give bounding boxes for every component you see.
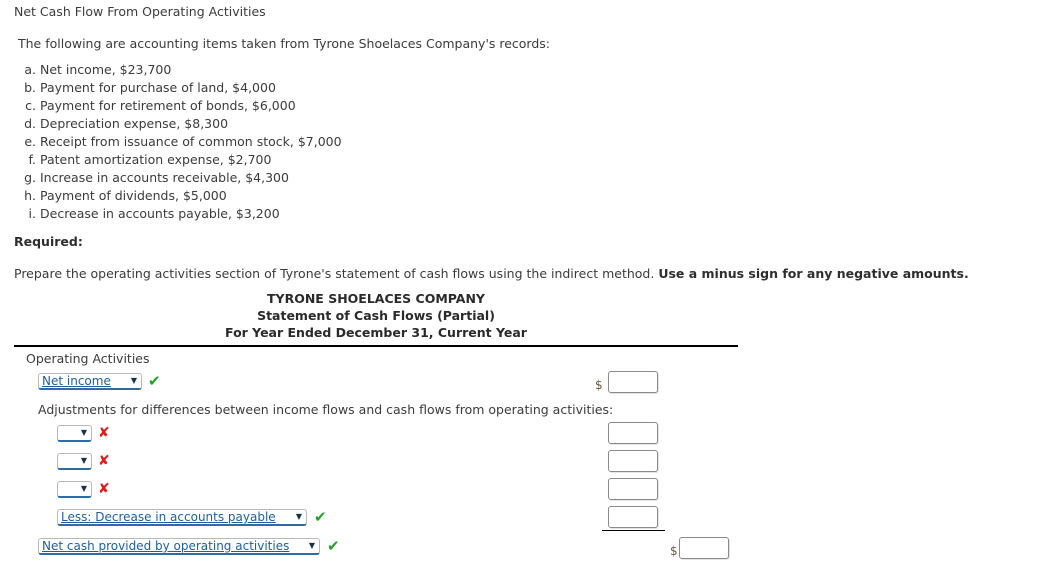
list-item: c. Payment for retirement of bonds, $6,0… — [18, 97, 578, 115]
instruction-plain: Prepare the operating activities section… — [14, 266, 659, 281]
statement-period: For Year Ended December 31, Current Year — [225, 325, 527, 340]
statement-divider — [14, 345, 738, 347]
dropdown-net-cash[interactable]: Net cash provided by operating activitie… — [38, 538, 320, 555]
list-item-letter: b. — [24, 80, 36, 95]
chevron-down-icon: ▼ — [80, 484, 88, 493]
list-item-letter: h. — [24, 188, 36, 203]
instruction-text: Prepare the operating activities section… — [14, 266, 969, 281]
dropdown-adjustment-4[interactable]: Less: Decrease in accounts payable ▼ — [57, 509, 307, 526]
status-icon-correct: ✔ — [327, 537, 340, 555]
list-item-text: Depreciation expense, $8,300 — [40, 116, 229, 131]
dropdown-net-income-value: Net income — [42, 374, 111, 388]
currency-symbol: $ — [670, 544, 678, 558]
statement-company: TYRONE SHOELACES COMPANY — [267, 291, 485, 306]
amount-input-net-income[interactable] — [608, 371, 658, 393]
list-item-letter: c. — [25, 98, 36, 113]
chevron-down-icon: ▼ — [80, 428, 88, 437]
list-item: g. Increase in accounts receivable, $4,3… — [18, 169, 578, 187]
status-icon-incorrect: ✘ — [98, 481, 110, 497]
list-item: h. Payment of dividends, $5,000 — [18, 187, 578, 205]
list-item-letter: f. — [28, 152, 36, 167]
page-title: Net Cash Flow From Operating Activities — [14, 4, 266, 19]
list-item-text: Decrease in accounts payable, $3,200 — [40, 206, 280, 221]
list-item-letter: d. — [24, 116, 36, 131]
intro-text: The following are accounting items taken… — [18, 36, 551, 51]
chevron-down-icon: ▼ — [130, 376, 138, 385]
required-label: Required: — [14, 234, 83, 249]
list-item-text: Payment of dividends, $5,000 — [40, 188, 227, 203]
adjustments-label: Adjustments for differences between inco… — [38, 402, 614, 417]
amount-input-adjustment-1[interactable] — [608, 422, 658, 444]
currency-symbol: $ — [595, 378, 603, 392]
amount-input-adjustment-2[interactable] — [608, 450, 658, 472]
amount-input-net-cash[interactable] — [679, 537, 729, 559]
statement-title: Statement of Cash Flows (Partial) — [257, 308, 495, 323]
list-item: d. Depreciation expense, $8,300 — [18, 115, 578, 133]
list-item-text: Payment for retirement of bonds, $6,000 — [40, 98, 296, 113]
dropdown-net-income[interactable]: Net income ▼ — [38, 373, 142, 390]
list-item-text: Receipt from issuance of common stock, $… — [40, 134, 342, 149]
list-item-letter: e. — [24, 134, 36, 149]
list-item-letter: a. — [24, 62, 36, 77]
dropdown-adjustment-2[interactable]: ▼ — [57, 453, 92, 470]
dropdown-net-cash-value: Net cash provided by operating activitie… — [42, 539, 290, 553]
chevron-down-icon: ▼ — [308, 541, 316, 550]
list-item: e. Receipt from issuance of common stock… — [18, 133, 578, 151]
dropdown-adjustment-4-value: Less: Decrease in accounts payable — [61, 510, 276, 524]
amount-input-adjustment-3[interactable] — [608, 478, 658, 500]
status-icon-correct: ✔ — [314, 508, 327, 526]
dropdown-adjustment-3[interactable]: ▼ — [57, 481, 92, 498]
list-item-text: Net income, $23,700 — [40, 62, 172, 77]
list-item-text: Increase in accounts receivable, $4,300 — [40, 170, 289, 185]
accounting-items-list: a. Net income, $23,700 b. Payment for pu… — [18, 61, 578, 223]
subtotal-rule — [602, 530, 665, 531]
list-item: i. Decrease in accounts payable, $3,200 — [18, 205, 578, 223]
statement-heading: TYRONE SHOELACES COMPANY Statement of Ca… — [14, 290, 738, 341]
list-item-text: Patent amortization expense, $2,700 — [40, 152, 272, 167]
list-item: b. Payment for purchase of land, $4,000 — [18, 79, 578, 97]
operating-activities-label: Operating Activities — [26, 351, 150, 366]
exercise-page: Net Cash Flow From Operating Activities … — [0, 0, 1048, 563]
amount-input-adjustment-4[interactable] — [608, 506, 658, 528]
list-item-letter: g. — [24, 170, 36, 185]
chevron-down-icon: ▼ — [80, 456, 88, 465]
status-icon-incorrect: ✘ — [98, 453, 110, 469]
instruction-emphasis: Use a minus sign for any negative amount… — [658, 266, 969, 281]
list-item-letter: i. — [28, 206, 36, 221]
list-item: f. Patent amortization expense, $2,700 — [18, 151, 578, 169]
list-item: a. Net income, $23,700 — [18, 61, 578, 79]
status-icon-incorrect: ✘ — [98, 425, 110, 441]
status-icon-correct: ✔ — [148, 372, 161, 390]
list-item-text: Payment for purchase of land, $4,000 — [40, 80, 276, 95]
dropdown-adjustment-1[interactable]: ▼ — [57, 425, 92, 442]
chevron-down-icon: ▼ — [295, 512, 303, 521]
